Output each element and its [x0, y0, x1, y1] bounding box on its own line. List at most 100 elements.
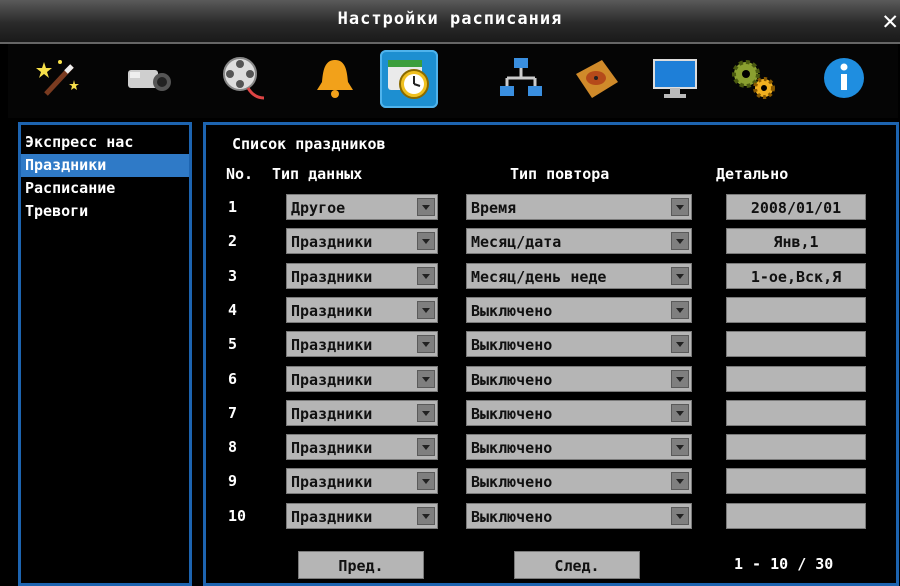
repeat-type-select[interactable]: Месяц/день неде: [466, 263, 692, 289]
data-type-select[interactable]: Праздники: [286, 297, 438, 323]
chevron-down-icon[interactable]: [417, 267, 435, 285]
repeat-type-select[interactable]: Выключено: [466, 366, 692, 392]
sidebar-item-express[interactable]: Экспресс нас: [21, 131, 189, 154]
repeat-type-value: Выключено: [471, 371, 553, 389]
data-type-select[interactable]: Праздники: [286, 228, 438, 254]
chevron-down-icon[interactable]: [417, 472, 435, 490]
holiday-panel: Список праздников No. Тип данных Тип пов…: [203, 122, 899, 586]
camera-icon[interactable]: [120, 50, 178, 108]
page-info: 1 - 10 / 30: [734, 555, 834, 573]
next-button[interactable]: След.: [514, 551, 640, 579]
info-icon[interactable]: [816, 50, 874, 108]
bell-icon[interactable]: [306, 50, 364, 108]
repeat-type-value: Месяц/день неде: [471, 268, 607, 286]
chevron-down-icon[interactable]: [417, 335, 435, 353]
sidebar: Экспресс нас Праздники Расписание Тревог…: [18, 122, 192, 586]
detail-button[interactable]: [726, 503, 866, 529]
panel-title: Список праздников: [232, 135, 386, 153]
column-header-type: Тип данных: [272, 165, 363, 183]
data-type-value: Праздники: [291, 405, 373, 423]
repeat-type-select[interactable]: Месяц/дата: [466, 228, 692, 254]
repeat-type-select[interactable]: Выключено: [466, 331, 692, 357]
data-type-value: Праздники: [291, 439, 373, 457]
gears-icon[interactable]: [724, 50, 782, 108]
repeat-type-value: Выключено: [471, 302, 553, 320]
film-reel-icon[interactable]: [214, 50, 272, 108]
detail-button[interactable]: [726, 366, 866, 392]
row-number: 6: [228, 370, 238, 388]
chevron-down-icon[interactable]: [417, 438, 435, 456]
data-type-select[interactable]: Праздники: [286, 366, 438, 392]
data-type-value: Праздники: [291, 371, 373, 389]
sidebar-item-schedule[interactable]: Расписание: [21, 177, 189, 200]
chevron-down-icon[interactable]: [417, 370, 435, 388]
data-type-select[interactable]: Праздники: [286, 468, 438, 494]
prev-button[interactable]: Пред.: [298, 551, 424, 579]
chevron-down-icon[interactable]: [671, 472, 689, 490]
repeat-type-select[interactable]: Выключено: [466, 434, 692, 460]
data-type-select[interactable]: Другое: [286, 194, 438, 220]
row-number: 5: [228, 335, 238, 353]
chevron-down-icon[interactable]: [671, 370, 689, 388]
repeat-type-select[interactable]: Выключено: [466, 400, 692, 426]
row-number: 9: [228, 472, 238, 490]
sidebar-item-alarms[interactable]: Тревоги: [21, 200, 189, 223]
repeat-type-value: Выключено: [471, 439, 553, 457]
detail-button[interactable]: [726, 400, 866, 426]
detail-button[interactable]: Янв,1: [726, 228, 866, 254]
repeat-type-select[interactable]: Время: [466, 194, 692, 220]
schedule-clock-icon[interactable]: [380, 50, 438, 108]
window-title: Настройки расписания: [337, 9, 563, 29]
detail-button[interactable]: [726, 297, 866, 323]
row-number: 4: [228, 301, 238, 319]
title-bar: Настройки расписания ✕: [0, 0, 900, 44]
detail-button[interactable]: [726, 434, 866, 460]
chevron-down-icon[interactable]: [671, 507, 689, 525]
data-type-value: Праздники: [291, 508, 373, 526]
network-icon[interactable]: [492, 50, 550, 108]
data-type-value: Праздники: [291, 336, 373, 354]
chevron-down-icon[interactable]: [671, 404, 689, 422]
data-type-select[interactable]: Праздники: [286, 434, 438, 460]
detail-button[interactable]: [726, 331, 866, 357]
monitor-icon[interactable]: [646, 50, 704, 108]
close-icon[interactable]: ✕: [882, 8, 898, 34]
detail-button[interactable]: 2008/01/01: [726, 194, 866, 220]
hard-disk-icon[interactable]: [568, 50, 626, 108]
chevron-down-icon[interactable]: [417, 232, 435, 250]
repeat-type-select[interactable]: Выключено: [466, 297, 692, 323]
repeat-type-value: Выключено: [471, 473, 553, 491]
data-type-value: Праздники: [291, 233, 373, 251]
repeat-type-value: Время: [471, 199, 517, 217]
repeat-type-select[interactable]: Выключено: [466, 468, 692, 494]
data-type-select[interactable]: Праздники: [286, 400, 438, 426]
chevron-down-icon[interactable]: [671, 198, 689, 216]
detail-button[interactable]: 1-ое,Вск,Я: [726, 263, 866, 289]
chevron-down-icon[interactable]: [671, 267, 689, 285]
chevron-down-icon[interactable]: [417, 198, 435, 216]
row-number: 7: [228, 404, 238, 422]
repeat-type-select[interactable]: Выключено: [466, 503, 692, 529]
chevron-down-icon[interactable]: [417, 301, 435, 319]
chevron-down-icon[interactable]: [671, 301, 689, 319]
data-type-value: Праздники: [291, 473, 373, 491]
repeat-type-value: Выключено: [471, 336, 553, 354]
wand-icon[interactable]: [30, 50, 88, 108]
row-number: 1: [228, 198, 238, 216]
chevron-down-icon[interactable]: [671, 232, 689, 250]
data-type-select[interactable]: Праздники: [286, 263, 438, 289]
chevron-down-icon[interactable]: [671, 438, 689, 456]
data-type-select[interactable]: Праздники: [286, 331, 438, 357]
chevron-down-icon[interactable]: [417, 404, 435, 422]
column-header-no: No.: [226, 165, 254, 183]
chevron-down-icon[interactable]: [417, 507, 435, 525]
sidebar-item-holidays[interactable]: Праздники: [21, 154, 189, 177]
detail-button[interactable]: [726, 468, 866, 494]
toolbar: [8, 44, 898, 118]
data-type-value: Праздники: [291, 268, 373, 286]
row-number: 10: [228, 507, 247, 525]
chevron-down-icon[interactable]: [671, 335, 689, 353]
repeat-type-value: Месяц/дата: [471, 233, 562, 251]
column-header-repeat: Тип повтора: [510, 165, 610, 183]
data-type-select[interactable]: Праздники: [286, 503, 438, 529]
